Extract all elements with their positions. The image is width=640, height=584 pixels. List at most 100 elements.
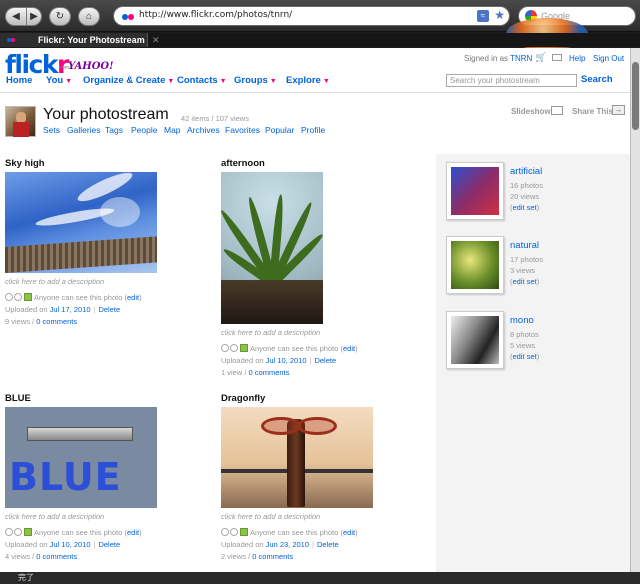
photo-stats: 9 views / 0 comments <box>5 317 78 326</box>
photo-item: Dragonfly click here to add a descriptio… <box>221 393 421 563</box>
nav-you[interactable]: You ▼ <box>46 75 72 86</box>
reload-button[interactable]: ↻ <box>49 7 71 26</box>
url-text[interactable]: http://www.flickr.com/photos/tnrn/ <box>139 10 292 20</box>
comments-link[interactable]: 0 comments <box>252 552 293 561</box>
cc-license-icon <box>230 528 238 536</box>
nav-home[interactable]: Home <box>6 75 32 86</box>
comments-link[interactable]: 0 comments <box>36 552 77 561</box>
delete-link[interactable]: Delete <box>314 356 336 365</box>
subnav-profile[interactable]: Profile <box>301 125 325 135</box>
status-text: 完了 <box>18 573 34 582</box>
yahoo-logo[interactable]: YAHOO! <box>68 61 114 72</box>
set-name-link[interactable]: artificial <box>510 166 542 177</box>
share-link[interactable]: Share This <box>572 107 613 116</box>
photo-description[interactable]: click here to add a description <box>221 328 320 337</box>
slideshow-icon[interactable] <box>551 106 563 115</box>
photo-image-sky-high[interactable] <box>5 172 157 273</box>
subnav-archives[interactable]: Archives <box>187 125 220 135</box>
subnav-tags[interactable]: Tags <box>105 125 123 135</box>
tab-flickr[interactable]: Flickr: Your Photostream <box>0 33 148 47</box>
avatar[interactable] <box>5 106 36 137</box>
photo-description[interactable]: click here to add a description <box>5 277 104 286</box>
edit-visibility-link[interactable]: edit <box>127 293 139 302</box>
photo-image-dragonfly[interactable] <box>221 407 373 508</box>
username-link[interactable]: TNRN <box>510 54 532 63</box>
set-thumbnail[interactable] <box>446 162 504 220</box>
cart-icon[interactable]: 🛒 <box>535 52 546 62</box>
edit-set-link[interactable]: edit set <box>513 277 537 286</box>
chevron-down-icon: ▼ <box>219 78 227 85</box>
photo-item: afternoon click here to add a descriptio… <box>221 158 421 378</box>
photo-upload-info: Uploaded on Jun 23, 2010 | Delete <box>221 540 339 549</box>
set-name-link[interactable]: mono <box>510 315 534 326</box>
edit-set-link[interactable]: edit set <box>513 352 537 361</box>
address-bar[interactable]: http://www.flickr.com/photos/tnrn/ ≈ ★ <box>113 6 510 26</box>
cc-license-icon <box>14 293 22 301</box>
edit-visibility-link[interactable]: edit <box>343 344 355 353</box>
photo-title[interactable]: Dragonfly <box>221 393 265 404</box>
share-arrow-icon[interactable]: → <box>612 105 625 115</box>
edit-visibility-link[interactable]: edit <box>343 528 355 537</box>
nav-organize[interactable]: Organize & Create ▼ <box>83 75 174 86</box>
upload-date-link[interactable]: Jul 17, 2010 <box>50 305 91 314</box>
set-name-link[interactable]: natural <box>510 240 539 251</box>
photo-upload-info: Uploaded on Jul 10, 2010 | Delete <box>5 540 121 549</box>
scrollbar-thumb[interactable] <box>632 62 639 130</box>
bookmark-star-icon[interactable]: ★ <box>494 8 505 22</box>
public-visibility-icon <box>240 344 248 352</box>
subnav-people[interactable]: People <box>131 125 157 135</box>
nav-groups[interactable]: Groups ▼ <box>234 75 277 86</box>
home-button[interactable]: ⌂ <box>78 7 100 26</box>
set-photo-count: 17 photos <box>510 255 543 264</box>
photo-title[interactable]: BLUE <box>5 393 31 404</box>
subnav-galleries[interactable]: Galleries <box>67 125 101 135</box>
vertical-scrollbar[interactable] <box>630 48 640 572</box>
upload-date-link[interactable]: Jul 10, 2010 <box>266 356 307 365</box>
edit-set-link[interactable]: edit set <box>513 203 537 212</box>
forward-button[interactable]: ▶ <box>26 7 42 26</box>
photo-visibility: Anyone can see this photo (edit) <box>5 293 142 302</box>
slideshow-link[interactable]: Slideshow <box>511 107 551 116</box>
photostream-search-input[interactable]: Search your photostream <box>446 74 577 87</box>
chevron-down-icon: ▼ <box>322 78 330 85</box>
photo-item: Sky high click here to add a description… <box>5 158 205 328</box>
chevron-down-icon: ▼ <box>65 78 73 85</box>
rss-icon[interactable]: ≈ <box>477 10 489 22</box>
nav-explore[interactable]: Explore ▼ <box>286 75 330 86</box>
cc-license-icon <box>14 528 22 536</box>
comments-link[interactable]: 0 comments <box>36 317 77 326</box>
help-link[interactable]: Help <box>569 54 585 63</box>
subnav-map[interactable]: Map <box>164 125 181 135</box>
set-thumbnail[interactable] <box>446 236 504 294</box>
photo-title[interactable]: afternoon <box>221 158 265 169</box>
subnav-sets[interactable]: Sets <box>43 125 60 135</box>
back-button[interactable]: ◀ <box>5 7 27 26</box>
delete-link[interactable]: Delete <box>98 305 120 314</box>
photo-description[interactable]: click here to add a description <box>5 512 104 521</box>
tab-close-icon[interactable]: ✕ <box>152 33 160 47</box>
nav-contacts[interactable]: Contacts ▼ <box>177 75 227 86</box>
edit-visibility-link[interactable]: edit <box>127 528 139 537</box>
delete-link[interactable]: Delete <box>317 540 339 549</box>
subnav-popular[interactable]: Popular <box>265 125 294 135</box>
photo-description[interactable]: click here to add a description <box>221 512 320 521</box>
mail-icon[interactable] <box>552 54 562 61</box>
cc-license-icon <box>5 293 13 301</box>
photo-stats: 4 views / 0 comments <box>5 552 78 561</box>
set-thumbnail[interactable] <box>446 311 504 369</box>
chevron-down-icon: ▼ <box>269 78 277 85</box>
photo-image-afternoon[interactable] <box>221 172 323 324</box>
search-button[interactable]: Search <box>581 74 613 85</box>
photo-visibility: Anyone can see this photo (edit) <box>221 528 358 537</box>
photo-image-blue[interactable]: BLUE <box>5 407 157 508</box>
photo-title[interactable]: Sky high <box>5 158 45 169</box>
subnav-favorites[interactable]: Favorites <box>225 125 260 135</box>
photostream-stats: 42 items / 107 views <box>181 114 249 123</box>
comments-link[interactable]: 0 comments <box>249 368 290 377</box>
sign-out-link[interactable]: Sign Out <box>593 54 624 63</box>
upload-date-link[interactable]: Jul 10, 2010 <box>50 540 91 549</box>
upload-date-link[interactable]: Jun 23, 2010 <box>266 540 309 549</box>
set-photo-count: 16 photos <box>510 181 543 190</box>
delete-link[interactable]: Delete <box>98 540 120 549</box>
photo-visibility: Anyone can see this photo (edit) <box>221 344 358 353</box>
